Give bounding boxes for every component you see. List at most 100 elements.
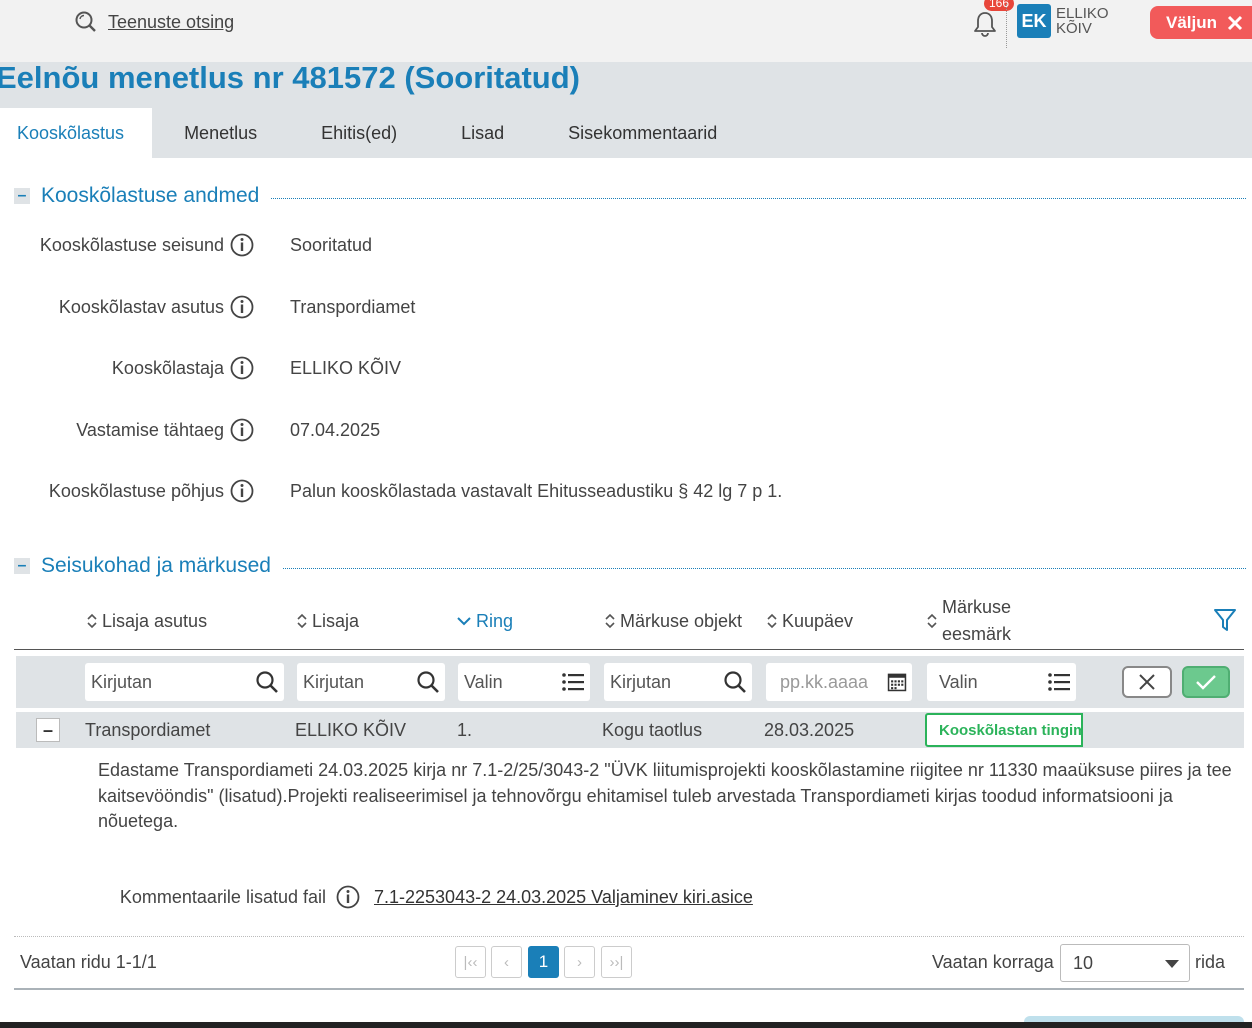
filter-icon[interactable] xyxy=(1212,607,1238,633)
info-icon[interactable] xyxy=(230,418,254,442)
info-icon[interactable] xyxy=(230,295,254,319)
row-collapse-toggle[interactable]: – xyxy=(36,718,60,742)
row-range-info: Vaatan ridu 1-1/1 xyxy=(20,952,157,972)
attachment-row: Kommentaarile lisatud fail 7.1-2253043-2… xyxy=(0,882,1252,912)
close-icon xyxy=(1139,674,1155,690)
caret-down-icon xyxy=(1165,960,1179,968)
clear-filters-button[interactable] xyxy=(1122,666,1172,698)
page-bottom-edge xyxy=(0,1022,1252,1028)
search-icon xyxy=(724,671,746,693)
tab-kooskolastus[interactable]: Kooskõlastus xyxy=(0,108,153,158)
column-header-objekt[interactable]: Märkuse objekt xyxy=(604,592,742,650)
service-search-label: Teenuste otsing xyxy=(108,11,235,32)
tab-sisekommentaarid[interactable]: Sisekommentaarid xyxy=(536,108,749,158)
field-value: ELLIKO KÕIV xyxy=(290,357,402,378)
info-icon[interactable] xyxy=(230,479,254,503)
filter-placeholder: Kirjutan xyxy=(303,671,365,692)
info-icon[interactable] xyxy=(230,356,254,380)
close-icon xyxy=(1227,15,1243,30)
logout-label: Väljun xyxy=(1166,12,1218,32)
filter-asutus-input[interactable]: Kirjutan xyxy=(85,663,284,701)
field-row-deadline: Vastamise tähtaeg 07.04.2025 xyxy=(0,414,1252,446)
column-label: Märkuse eesmärk xyxy=(942,597,1012,644)
section-divider xyxy=(282,567,1246,569)
search-icon xyxy=(75,11,96,32)
search-icon xyxy=(256,671,278,693)
table-header: Lisaja asutus Lisaja Ring Märkuse objekt… xyxy=(14,592,1244,650)
filter-objekt-input[interactable]: Kirjutan xyxy=(604,663,752,701)
info-icon[interactable] xyxy=(336,885,360,909)
sort-icon xyxy=(927,613,937,629)
column-label: Lisaja xyxy=(312,610,360,631)
column-label: Kuupäev xyxy=(782,610,854,631)
per-page-value: 10 xyxy=(1073,952,1094,973)
top-bar: Teenuste otsing 166 EK ELLIKO KÕIV Välju… xyxy=(0,0,1252,62)
sort-icon xyxy=(87,613,97,629)
tab-lisad[interactable]: Lisad xyxy=(429,108,536,158)
prev-page-button[interactable]: ‹ xyxy=(491,946,522,978)
status-badge: Kooskõlastan tingimustega xyxy=(925,713,1083,747)
tab-ehitised[interactable]: Ehitis(ed) xyxy=(289,108,429,158)
filter-placeholder: pp.kk.aaaa xyxy=(780,671,869,692)
filter-kuupaev-input[interactable]: pp.kk.aaaa xyxy=(766,663,912,701)
info-icon[interactable] xyxy=(230,233,254,257)
field-label: Kooskõlastav asutus xyxy=(58,296,224,317)
column-header-lisaja[interactable]: Lisaja xyxy=(296,592,359,650)
section-title: Seisukohad ja märkused xyxy=(41,554,271,577)
section-bottom-border xyxy=(14,988,1244,990)
calendar-icon xyxy=(887,673,907,692)
collapse-toggle[interactable]: – xyxy=(14,188,30,204)
filter-row: Kirjutan Kirjutan Valin Kirjutan pp.kk.a… xyxy=(16,656,1244,708)
apply-filters-button[interactable] xyxy=(1182,666,1230,698)
attachment-label: Kommentaarile lisatud fail xyxy=(119,886,326,907)
field-value: Sooritatud xyxy=(290,234,373,255)
cell-kuupaev: 28.03.2025 xyxy=(764,719,855,740)
column-header-kuupaev[interactable]: Kuupäev xyxy=(766,592,853,650)
check-icon xyxy=(1196,675,1216,690)
first-page-button[interactable]: |‹‹ xyxy=(455,946,486,978)
tab-menetlus[interactable]: Menetlus xyxy=(152,108,289,158)
filter-placeholder: Kirjutan xyxy=(91,671,153,692)
avatar[interactable]: EK xyxy=(1017,4,1051,38)
per-page-suffix: rida xyxy=(1195,952,1226,972)
sort-icon xyxy=(297,613,307,629)
field-value: 07.04.2025 xyxy=(290,419,381,440)
filter-placeholder: Kirjutan xyxy=(610,671,672,692)
filter-placeholder: Valin xyxy=(939,671,978,692)
next-page-button[interactable]: › xyxy=(564,946,595,978)
field-label: Kooskõlastaja xyxy=(111,357,224,378)
filter-eesmark-select[interactable]: Valin xyxy=(927,663,1076,701)
page-number-button[interactable]: 1 xyxy=(528,946,559,978)
column-header-ring[interactable]: Ring xyxy=(456,592,513,650)
bell-icon[interactable] xyxy=(972,10,998,38)
filter-placeholder: Valin xyxy=(464,671,503,692)
cell-lisaja: ELLIKO KÕIV xyxy=(295,719,407,740)
logout-button[interactable]: Väljun xyxy=(1150,6,1252,39)
list-icon xyxy=(1048,673,1070,691)
column-header-eesmark[interactable]: Märkuse eesmärk xyxy=(926,592,1026,650)
table-row[interactable]: – Transpordiamet ELLIKO KÕIV 1. Kogu tao… xyxy=(16,712,1244,748)
per-page-select[interactable]: 10 xyxy=(1060,944,1190,982)
last-page-button[interactable]: ››| xyxy=(601,946,632,978)
column-label: Lisaja asutus xyxy=(102,610,208,631)
field-value: Palun kooskõlastada vastavalt Ehitussead… xyxy=(290,480,783,501)
page-title: Eelnõu menetlus nr 481572 (Sooritatud) xyxy=(0,60,580,95)
pagination: Vaatan ridu 1-1/1 |‹‹ ‹ 1 › ››| Vaatan k… xyxy=(14,942,1244,986)
collapse-toggle[interactable]: – xyxy=(14,558,30,574)
topbar-divider xyxy=(1006,4,1007,48)
cell-ring: 1. xyxy=(457,719,473,740)
field-row-status: Kooskõlastuse seisund Sooritatud xyxy=(0,229,1252,261)
attachment-file-link[interactable]: 7.1-2253043-2 24.03.2025 Valjaminev kiri… xyxy=(374,887,753,908)
service-search-link[interactable]: Teenuste otsing xyxy=(74,10,234,34)
filter-lisaja-input[interactable]: Kirjutan xyxy=(297,663,445,701)
column-header-asutus[interactable]: Lisaja asutus xyxy=(86,592,207,650)
remarks-section-header: – Seisukohad ja märkused xyxy=(14,554,1246,578)
notification-badge: 166 xyxy=(984,0,1015,11)
user-name[interactable]: ELLIKO KÕIV xyxy=(1056,6,1116,36)
filter-ring-select[interactable]: Valin xyxy=(458,663,590,701)
list-icon xyxy=(562,673,584,691)
approval-section-header: – Kooskõlastuse andmed xyxy=(14,184,1246,208)
sort-icon xyxy=(767,613,777,629)
remark-detail-text: Edastame Transpordiameti 24.03.2025 kirj… xyxy=(98,760,1232,831)
field-row-approver: Kooskõlastaja ELLIKO KÕIV xyxy=(0,352,1252,384)
